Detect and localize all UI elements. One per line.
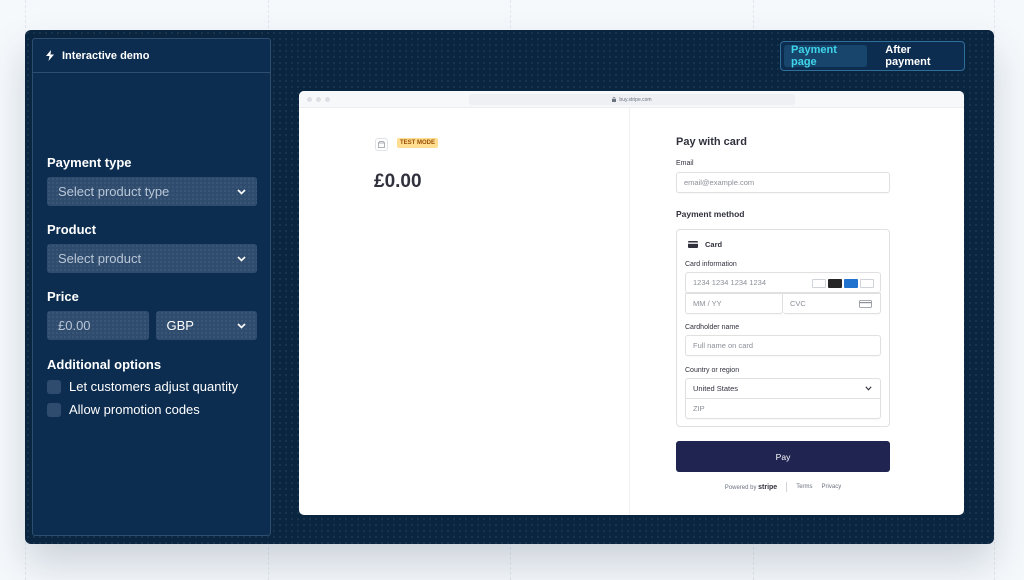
- tab-after-payment[interactable]: After payment: [871, 44, 961, 68]
- email-field[interactable]: email@example.com: [676, 172, 890, 193]
- product-section: Product Select product: [47, 222, 257, 273]
- mastercard-icon: [828, 279, 842, 288]
- payment-type-section: Payment type Select product type: [47, 155, 257, 206]
- checkout-footer: Powered by stripe Terms Privacy: [676, 482, 890, 492]
- price-input[interactable]: £0.00: [47, 311, 149, 340]
- chevron-down-icon: [237, 255, 246, 262]
- cvc-placeholder: CVC: [790, 299, 806, 308]
- checkbox[interactable]: [47, 402, 61, 417]
- cardholder-label: Cardholder name: [685, 324, 740, 331]
- cardholder-name-field[interactable]: Full name on card: [685, 335, 881, 356]
- card-number-placeholder: 1234 1234 1234 1234: [693, 278, 766, 287]
- sidebar-title: Interactive demo: [62, 49, 150, 62]
- currency-value: GBP: [166, 318, 194, 333]
- additional-options-section: Additional options Let customers adjust …: [47, 357, 257, 425]
- option-label: Let customers adjust quantity: [69, 379, 239, 394]
- price-section: Price £0.00 GBP: [47, 289, 257, 340]
- total-amount: £0.00: [374, 171, 422, 192]
- zip-field[interactable]: ZIP: [685, 398, 881, 419]
- chevron-down-icon: [865, 386, 872, 391]
- price-amount: £0.00: [58, 318, 91, 333]
- option-adjust-quantity[interactable]: Let customers adjust quantity: [47, 379, 257, 394]
- product-select[interactable]: Select product: [47, 244, 257, 273]
- merchant-logo-placeholder: [375, 138, 388, 151]
- product-label: Product: [47, 222, 97, 237]
- browser-window: buy.stripe.com TEST MODE £0.00 Pay with …: [299, 91, 964, 515]
- browser-bar: buy.stripe.com: [299, 91, 964, 108]
- payment-method-label: Payment method: [676, 209, 745, 219]
- stripe-logo: stripe: [758, 483, 778, 491]
- discover-icon: [860, 279, 874, 288]
- email-label: Email: [676, 160, 694, 167]
- view-toggle: Payment page After payment: [780, 41, 965, 71]
- address-bar[interactable]: buy.stripe.com: [469, 94, 795, 105]
- expiry-placeholder: MM / YY: [693, 299, 722, 308]
- demo-frame: Interactive demo Payment type Select pro…: [25, 30, 994, 544]
- payment-type-placeholder: Select product type: [58, 184, 170, 199]
- card-method-header[interactable]: Card: [688, 240, 722, 249]
- checkbox[interactable]: [47, 379, 61, 394]
- test-mode-badge: TEST MODE: [397, 138, 439, 148]
- card-info-label: Card information: [685, 261, 737, 268]
- card-number-field[interactable]: 1234 1234 1234 1234: [685, 272, 881, 293]
- visa-icon: [812, 279, 826, 288]
- additional-options-label: Additional options: [47, 357, 162, 372]
- sidebar-header: Interactive demo: [33, 39, 270, 73]
- footer-separator: [786, 482, 788, 492]
- cardholder-placeholder: Full name on card: [693, 341, 754, 350]
- form-title: Pay with card: [676, 136, 747, 148]
- pay-button[interactable]: Pay: [676, 441, 890, 472]
- lock-icon: [612, 97, 617, 102]
- powered-by: Powered by stripe: [725, 484, 777, 491]
- summary-pane: TEST MODE £0.00: [299, 108, 629, 515]
- card-brands: [812, 279, 874, 288]
- zip-placeholder: ZIP: [693, 404, 705, 413]
- amex-icon: [844, 279, 858, 288]
- lightning-icon: [46, 50, 54, 61]
- chevron-down-icon: [237, 322, 246, 329]
- powered-by-text: Powered by: [724, 484, 757, 491]
- country-label: Country or region: [685, 367, 740, 374]
- url-text: buy.stripe.com: [619, 96, 652, 103]
- sidebar: Interactive demo Payment type Select pro…: [32, 38, 271, 536]
- product-placeholder: Select product: [58, 251, 142, 266]
- expiry-field[interactable]: MM / YY: [685, 293, 783, 314]
- card-icon: [688, 241, 698, 248]
- cvc-card-icon: [859, 299, 872, 308]
- cvc-field[interactable]: CVC: [783, 293, 881, 314]
- option-promotion-codes[interactable]: Allow promotion codes: [47, 402, 257, 417]
- country-value: United States: [693, 384, 739, 393]
- email-placeholder: email@example.com: [684, 178, 755, 187]
- card-label: Card: [705, 240, 723, 249]
- payment-type-label: Payment type: [47, 155, 132, 170]
- pane-divider: [629, 108, 630, 515]
- card-method-box: Card Card information 1234 1234 1234 123…: [676, 229, 890, 427]
- window-dots: [307, 97, 330, 102]
- tab-payment-page[interactable]: Payment page: [784, 44, 868, 68]
- chevron-down-icon: [237, 188, 246, 195]
- privacy-link[interactable]: Privacy: [822, 484, 842, 490]
- option-label: Allow promotion codes: [69, 402, 200, 417]
- terms-link[interactable]: Terms: [796, 484, 812, 490]
- payment-type-select[interactable]: Select product type: [47, 177, 257, 206]
- country-select[interactable]: United States: [685, 378, 881, 399]
- currency-select[interactable]: GBP: [155, 311, 257, 340]
- price-label: Price: [47, 289, 79, 304]
- store-icon: [378, 141, 385, 148]
